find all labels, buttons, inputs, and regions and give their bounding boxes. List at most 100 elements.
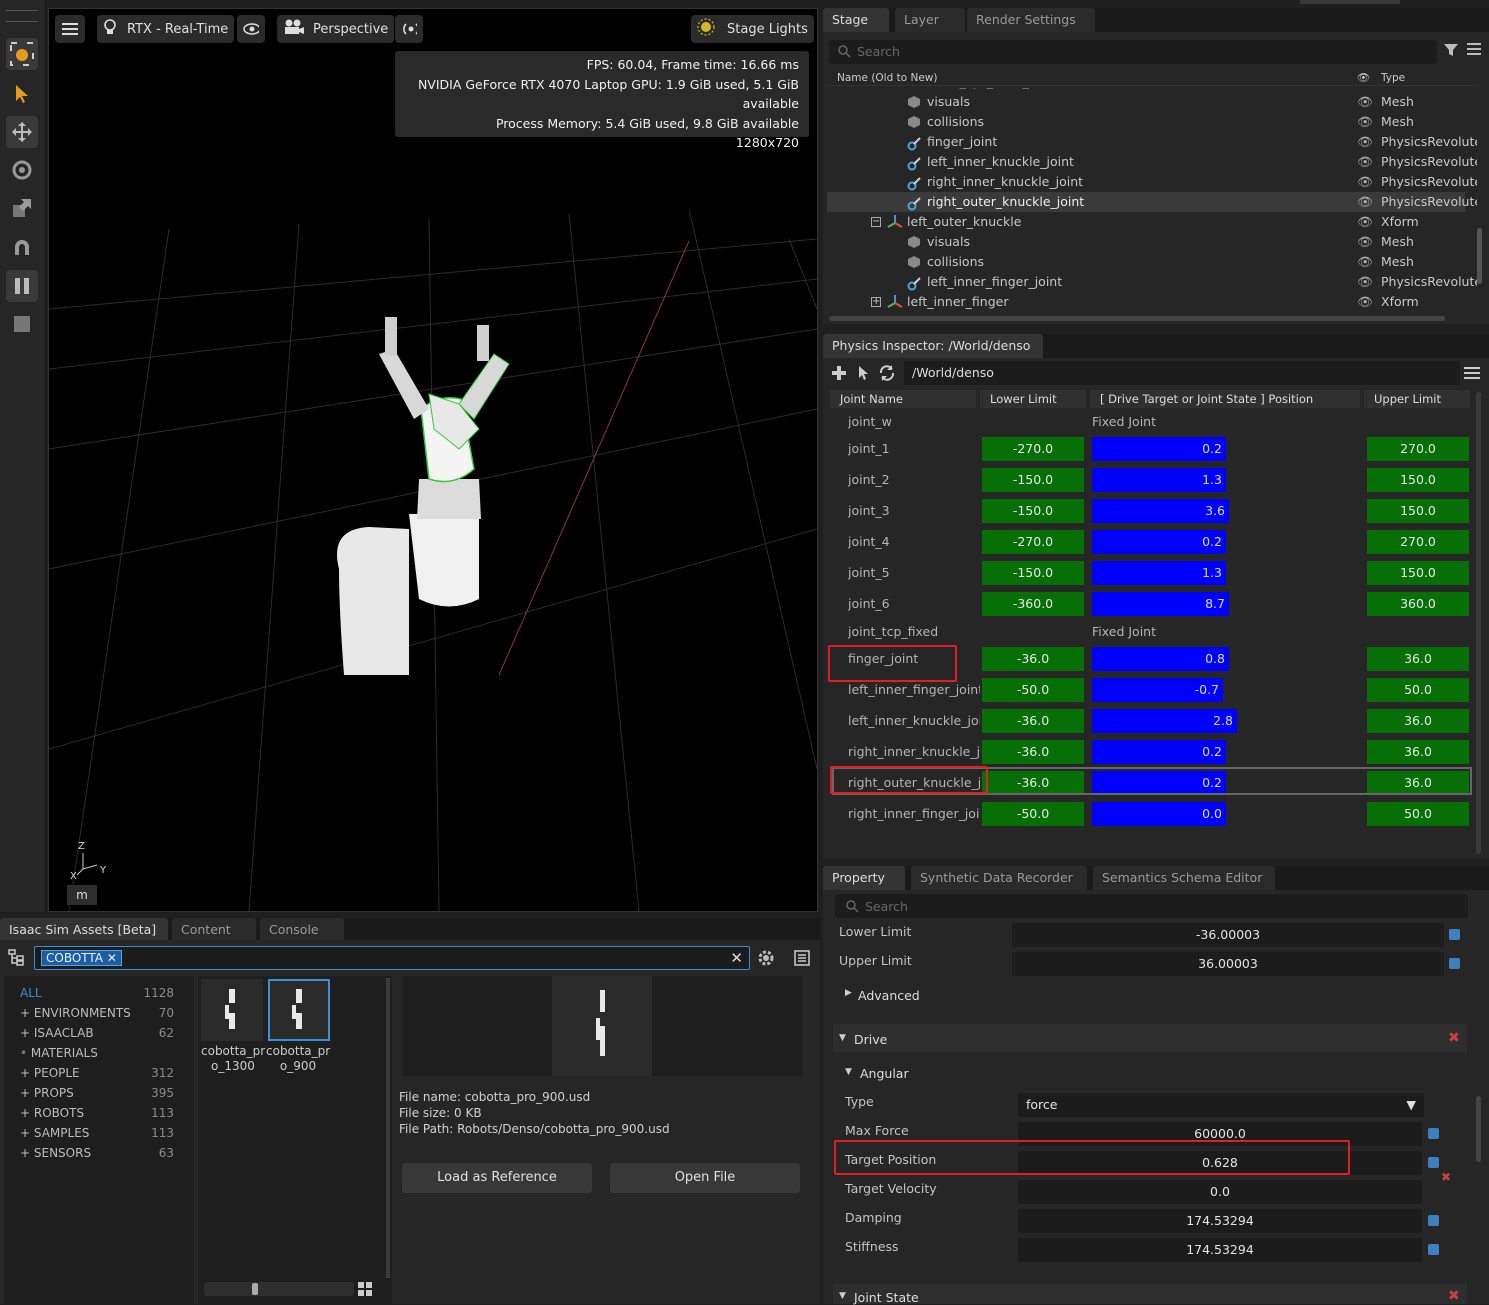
col-name-header[interactable]: Name (Old to New) [837,72,937,84]
col-upper-limit[interactable]: Upper Limit [1364,390,1470,408]
property-vscrollbar[interactable] [1476,1096,1481,1162]
damping-field[interactable]: 174.53294 [1018,1209,1422,1233]
chevron-right-icon[interactable]: ▶ [845,988,852,998]
upper-limit-field[interactable]: 150.0 [1367,499,1469,523]
joint-row[interactable]: left_inner_knuckle_joint-36.0 2.8 36.0 [832,709,1472,733]
menu-icon[interactable] [1467,42,1481,59]
tree-row[interactable]: visuals 👁 Mesh [827,232,1465,252]
broadcast-icon[interactable] [395,15,423,43]
keyframe-toggle-icon[interactable] [1428,1128,1439,1139]
stage-search-input[interactable]: Search [829,40,1437,64]
angular-label[interactable]: Angular [860,1066,909,1081]
tree-row[interactable]: collisions 👁 Mesh [827,252,1465,272]
select-mode-icon[interactable] [6,38,38,70]
gear-icon[interactable] [756,948,776,971]
joint-row[interactable]: joint_w Fixed Joint [832,410,1472,434]
tab-synthetic-data-recorder[interactable]: Synthetic Data Recorder [911,866,1087,890]
stage-hscrollbar[interactable] [829,316,1445,321]
pointer-icon[interactable] [6,78,38,110]
tab-console[interactable]: Console [260,918,344,942]
lower-limit-field[interactable]: -36.0 [982,647,1084,671]
upper-limit-field[interactable]: 36.0 [1367,709,1469,733]
open-file-button[interactable]: Open File [610,1163,800,1193]
remove-joint-state-icon[interactable]: ✖ [1448,1288,1460,1304]
tab-isaac-sim-assets[interactable]: Isaac Sim Assets [Beta] [0,918,168,942]
list-view-icon[interactable] [794,950,810,969]
lower-limit-field[interactable]: -36.0 [982,740,1084,764]
joint-row[interactable]: joint_2 -150.0 1.3 150.0 [832,468,1472,492]
target-velocity-field[interactable]: 0.0 [1018,1180,1422,1204]
type-dropdown[interactable]: force ▼ [1018,1093,1424,1117]
upper-limit-field[interactable]: 50.0 [1367,802,1469,826]
upper-limit-field[interactable]: 36.00003 [1012,952,1444,976]
upper-limit-field[interactable]: 150.0 [1367,468,1469,492]
col-type-header[interactable]: Type [1381,72,1405,84]
stage-lights-button[interactable]: Stage Lights [691,15,814,43]
lower-limit-field[interactable]: -270.0 [982,437,1084,461]
joint-state-section-header[interactable] [833,1284,1467,1304]
drag-handle[interactable] [6,10,38,22]
tab-stage[interactable]: Stage [823,8,889,32]
col-lower-limit[interactable]: Lower Limit [980,390,1086,408]
lower-limit-field[interactable]: -150.0 [982,561,1084,585]
joint-row[interactable]: joint_1 -270.0 0.2 270.0 [832,437,1472,461]
prim-path-input[interactable]: /World/denso [904,361,1460,385]
thumbnail-cobotta-pro-900[interactable] [268,979,330,1041]
upper-limit-field[interactable]: 270.0 [1367,437,1469,461]
snap-magnet-icon[interactable] [6,232,38,264]
tab-semantics-schema-editor[interactable]: Semantics Schema Editor [1093,866,1275,890]
category-item[interactable]: ALL [20,983,42,1003]
keyframe-toggle-icon[interactable] [1449,958,1460,969]
thumbnail-cobotta-pro-1300[interactable] [201,979,263,1041]
add-icon[interactable] [832,366,846,383]
filter-icon[interactable] [1443,42,1459,61]
stop-icon[interactable] [6,308,38,340]
category-item[interactable]: + ISAACLAB [20,1023,94,1043]
tree-row[interactable]: − left_outer_knuckle 👁 Xform [827,212,1465,232]
keyframe-toggle-icon[interactable] [1428,1215,1439,1226]
drive-section-header[interactable] [833,1024,1467,1052]
grid-view-icon[interactable] [358,1282,372,1299]
pause-icon[interactable] [6,270,38,302]
lower-limit-field[interactable]: -150.0 [982,468,1084,492]
remove-drive-icon[interactable]: ✖ [1448,1030,1460,1046]
upper-limit-field[interactable]: 50.0 [1367,678,1469,702]
property-search-input[interactable]: Search [835,894,1468,918]
tab-physics-inspector[interactable]: Physics Inspector: /World/denso [823,334,1043,358]
physics-vscrollbar[interactable] [1476,392,1481,854]
lower-limit-field[interactable]: -50.0 [982,802,1084,826]
tree-row[interactable]: + left_inner_finger 👁 Xform [827,292,1465,312]
refresh-icon[interactable] [878,364,896,385]
tab-property[interactable]: Property [823,866,905,890]
category-item[interactable]: + PROPS [20,1083,74,1103]
rotate-icon[interactable] [6,154,38,186]
lower-limit-field[interactable]: -270.0 [982,530,1084,554]
advanced-section[interactable]: Advanced [858,988,920,1003]
tab-render-settings[interactable]: Render Settings [967,8,1095,32]
lower-limit-field[interactable]: -36.00003 [1012,923,1444,947]
eye-icon[interactable] [237,15,265,43]
joint-row[interactable]: joint_3 -150.0 3.6 150.0 [832,499,1472,523]
lower-limit-field[interactable]: -150.0 [982,499,1084,523]
tree-row-selected[interactable]: right_outer_knuckle_joint 👁 PhysicsRevolut… [827,192,1477,212]
menu-icon[interactable] [1464,366,1480,383]
move-icon[interactable] [6,116,38,148]
tree-row[interactable]: visuals 👁 Mesh [827,92,1465,112]
viewport[interactable]: RTX - Real-Time Perspective Stage Lights… [48,8,818,912]
upper-limit-field[interactable]: 270.0 [1367,530,1469,554]
joint-row[interactable]: right_inner_knuckle_joint-36.0 0.2 36.0 [832,740,1472,764]
tree-view-icon[interactable] [8,948,26,969]
tree-row[interactable]: collisions 👁 Mesh [827,112,1465,132]
slider-handle[interactable] [252,1283,258,1295]
load-as-reference-button[interactable]: Load as Reference [402,1163,592,1193]
upper-limit-field[interactable]: 150.0 [1367,561,1469,585]
tree-row[interactable]: left_inner_finger_joint 👁 PhysicsRevolute [827,272,1477,292]
joint-row[interactable]: joint_5 -150.0 1.3 150.0 [832,561,1472,585]
lower-limit-field[interactable]: -360.0 [982,592,1084,616]
keyframe-toggle-icon[interactable] [1428,1244,1439,1255]
col-position[interactable]: [ Drive Target or Joint State ] Position [1090,390,1360,408]
thumbnail-size-slider[interactable] [204,1282,354,1296]
tab-content[interactable]: Content [172,918,256,942]
joint-row[interactable]: joint_tcp_fixed Fixed Joint [832,620,1472,644]
grid-vscrollbar[interactable] [386,978,390,1278]
